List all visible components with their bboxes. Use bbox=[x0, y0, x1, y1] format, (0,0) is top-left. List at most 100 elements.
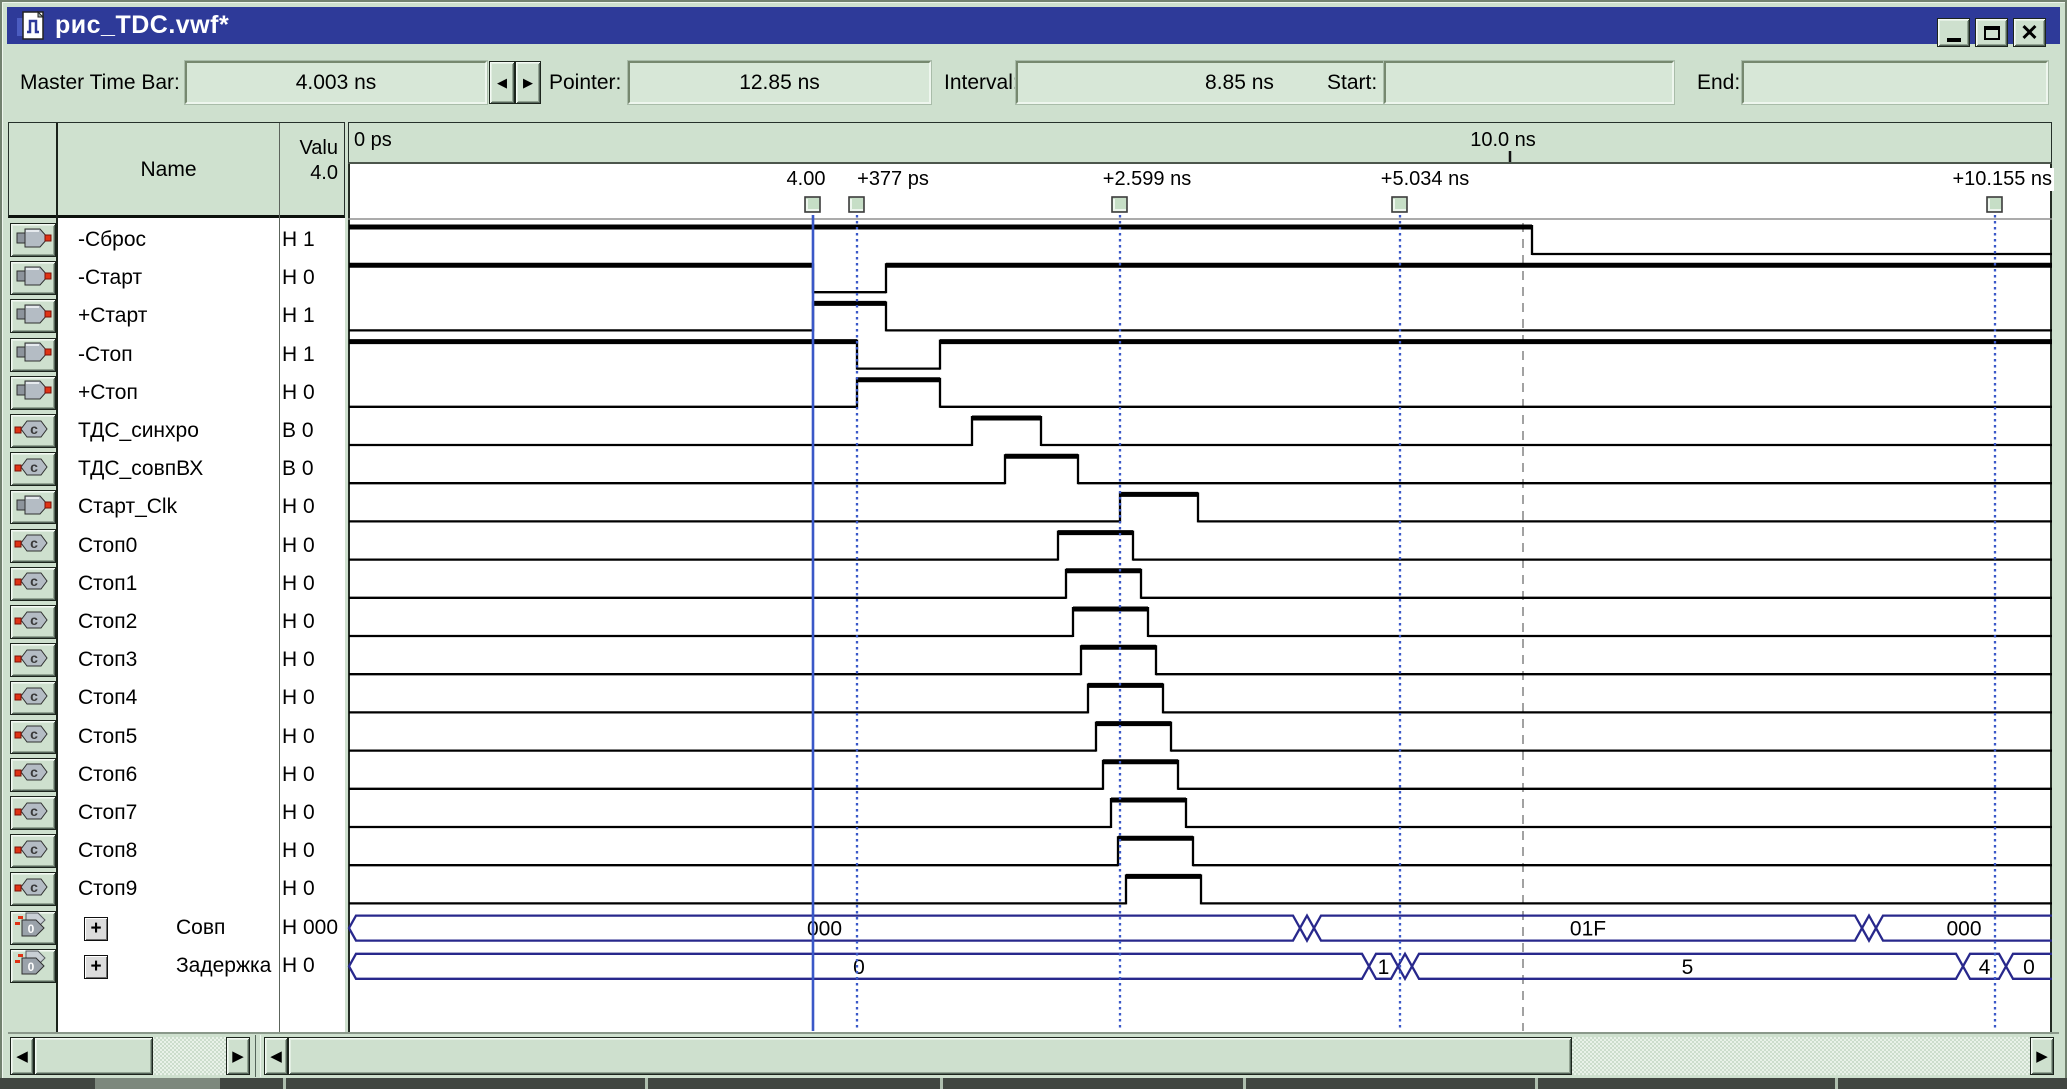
close-icon: ✕ bbox=[2020, 22, 2038, 44]
signal-type-comb-node-cell[interactable]: c bbox=[10, 720, 56, 754]
master-time-bar-field[interactable]: 4.003 ns bbox=[185, 61, 487, 104]
svg-text:c: c bbox=[30, 879, 38, 895]
signal-type-input-pin-cell[interactable] bbox=[10, 223, 56, 257]
signal-type-comb-node-cell[interactable]: c bbox=[10, 796, 56, 830]
input-pin-icon bbox=[13, 338, 53, 371]
signal-value-Стоп1: H 0 bbox=[282, 572, 344, 596]
input-pin-icon bbox=[13, 376, 53, 409]
master-time-bar-next-button[interactable]: ▶ bbox=[515, 61, 541, 104]
comb-node-icon: c bbox=[13, 453, 53, 486]
signal-name-Стоп6[interactable]: Стоп6 bbox=[58, 763, 279, 787]
signal-name--Старт[interactable]: -Старт bbox=[58, 266, 279, 290]
signal-name-ТДС_совпВХ[interactable]: ТДС_совпВХ bbox=[58, 457, 279, 481]
master-time-bar-value: 4.003 ns bbox=[296, 71, 377, 95]
svg-text:c: c bbox=[30, 803, 38, 819]
start-field[interactable] bbox=[1384, 61, 1674, 104]
comb-node-icon: c bbox=[13, 606, 53, 639]
svg-text:c: c bbox=[30, 421, 38, 437]
svg-text:c: c bbox=[30, 650, 38, 666]
signal-name-Задержка[interactable]: Задержка bbox=[58, 954, 279, 978]
signal-value-Стоп2: H 0 bbox=[282, 610, 344, 634]
signal-type-comb-node-cell[interactable]: c bbox=[10, 834, 56, 868]
signal-type-comb-node-cell[interactable]: c bbox=[10, 567, 56, 601]
minimize-button[interactable] bbox=[1937, 18, 1970, 47]
master-time-bar-prev-button[interactable]: ◀ bbox=[489, 61, 515, 104]
time-ruler[interactable] bbox=[348, 122, 2052, 164]
signal-value-Стоп3: H 0 bbox=[282, 648, 344, 672]
signal-name-Стоп0[interactable]: Стоп0 bbox=[58, 534, 279, 558]
comb-node-icon: c bbox=[13, 644, 53, 677]
wave-scroll-left-button[interactable]: ◀ bbox=[264, 1037, 288, 1075]
signal-name-Стоп2[interactable]: Стоп2 bbox=[58, 610, 279, 634]
name-column-header: Name bbox=[58, 158, 279, 182]
signal-value-Стоп8: H 0 bbox=[282, 839, 344, 863]
signal-name-Стоп7[interactable]: Стоп7 bbox=[58, 801, 279, 825]
signal-type-comb-node-cell[interactable]: c bbox=[10, 758, 56, 792]
panel-splitter[interactable] bbox=[255, 1035, 261, 1077]
name-panel-scroll-right-button[interactable]: ▶ bbox=[226, 1037, 250, 1075]
wave-scroll-right-button[interactable]: ▶ bbox=[2030, 1037, 2054, 1075]
signal-name-Старт_Clk[interactable]: Старт_Clk bbox=[58, 495, 279, 519]
signal-name-Стоп8[interactable]: Стоп8 bbox=[58, 839, 279, 863]
maximize-button[interactable] bbox=[1975, 18, 2008, 47]
signal-type-input-pin-cell[interactable] bbox=[10, 261, 56, 295]
signal-name-Стоп9[interactable]: Стоп9 bbox=[58, 877, 279, 901]
signal-name-Стоп1[interactable]: Стоп1 bbox=[58, 572, 279, 596]
title-bar[interactable]: рис_TDC.vwf* ✕ bbox=[7, 7, 2060, 44]
signal-name-Совп[interactable]: Совп bbox=[58, 916, 279, 940]
arrow-left-icon: ◀ bbox=[270, 1047, 282, 1065]
time-marker-label: +377 ps bbox=[855, 168, 931, 191]
signal-name-Стоп4[interactable]: Стоп4 bbox=[58, 686, 279, 710]
signal-name-ТДС_синхро[interactable]: ТДС_синхро bbox=[58, 419, 279, 443]
end-field[interactable] bbox=[1742, 61, 2048, 104]
time-marker-label: +10.155 ns bbox=[1950, 168, 2054, 191]
input-pin-icon bbox=[13, 300, 53, 333]
signal-type-comb-node-cell[interactable]: c bbox=[10, 681, 56, 715]
close-button[interactable]: ✕ bbox=[2013, 18, 2046, 47]
signal-name--Стоп[interactable]: -Стоп bbox=[58, 343, 279, 367]
signal-type-comb-node-cell[interactable]: c bbox=[10, 605, 56, 639]
column-divider[interactable] bbox=[279, 123, 280, 1032]
signal-value-Стоп0: H 0 bbox=[282, 534, 344, 558]
cropped-bottom-edge bbox=[0, 1078, 2067, 1089]
signal-name-Стоп3[interactable]: Стоп3 bbox=[58, 648, 279, 672]
pointer-field: 12.85 ns bbox=[628, 61, 931, 104]
input-pin-icon bbox=[13, 262, 53, 295]
interval-label: Interval: bbox=[944, 71, 1019, 95]
pointer-label: Pointer: bbox=[549, 71, 621, 95]
signal-type-comb-node-cell[interactable]: c bbox=[10, 414, 56, 448]
svg-text:0: 0 bbox=[28, 922, 35, 936]
signal-type-comb-node-cell[interactable]: c bbox=[10, 643, 56, 677]
signal-type-input-pin-cell[interactable] bbox=[10, 490, 56, 524]
name-panel-scroll-left-button[interactable]: ◀ bbox=[10, 1037, 34, 1075]
waveform-area[interactable] bbox=[348, 164, 2052, 1032]
signal-type-comb-node-cell[interactable]: c bbox=[10, 529, 56, 563]
comb-node-icon: c bbox=[13, 797, 53, 830]
signal-value-ТДС_совпВХ: B 0 bbox=[282, 457, 344, 481]
name-panel-hscrollbar-thumb[interactable] bbox=[34, 1037, 153, 1075]
signal-value-Стоп7: H 0 bbox=[282, 801, 344, 825]
svg-text:c: c bbox=[30, 726, 38, 742]
signal-type-input-pin-cell[interactable] bbox=[10, 299, 56, 333]
svg-text:c: c bbox=[30, 535, 38, 551]
time-marker-label: +5.034 ns bbox=[1379, 168, 1471, 191]
signal-type-bus-output-cell[interactable]: 0 bbox=[10, 949, 56, 983]
time-marker-label: +2.599 ns bbox=[1101, 168, 1193, 191]
signal-value--Стоп: H 1 bbox=[282, 343, 344, 367]
arrow-right-icon: ▶ bbox=[232, 1047, 244, 1065]
svg-text:c: c bbox=[30, 612, 38, 628]
signal-type-input-pin-cell[interactable] bbox=[10, 338, 56, 372]
wave-hscrollbar-thumb[interactable] bbox=[288, 1037, 1572, 1075]
signal-name--Сброс[interactable]: -Сброс bbox=[58, 228, 279, 252]
signal-type-comb-node-cell[interactable]: c bbox=[10, 872, 56, 906]
comb-node-icon: c bbox=[13, 835, 53, 868]
signal-name-+Старт[interactable]: +Старт bbox=[58, 304, 279, 328]
signal-name-+Стоп[interactable]: +Стоп bbox=[58, 381, 279, 405]
signal-type-bus-output-cell[interactable]: 0 bbox=[10, 911, 56, 945]
signal-type-comb-node-cell[interactable]: c bbox=[10, 452, 56, 486]
interval-value: 8.85 ns bbox=[1205, 71, 1274, 95]
input-pin-icon bbox=[13, 224, 53, 257]
signal-name-Стоп5[interactable]: Стоп5 bbox=[58, 725, 279, 749]
signal-type-input-pin-cell[interactable] bbox=[10, 376, 56, 410]
comb-node-icon: c bbox=[13, 567, 53, 600]
